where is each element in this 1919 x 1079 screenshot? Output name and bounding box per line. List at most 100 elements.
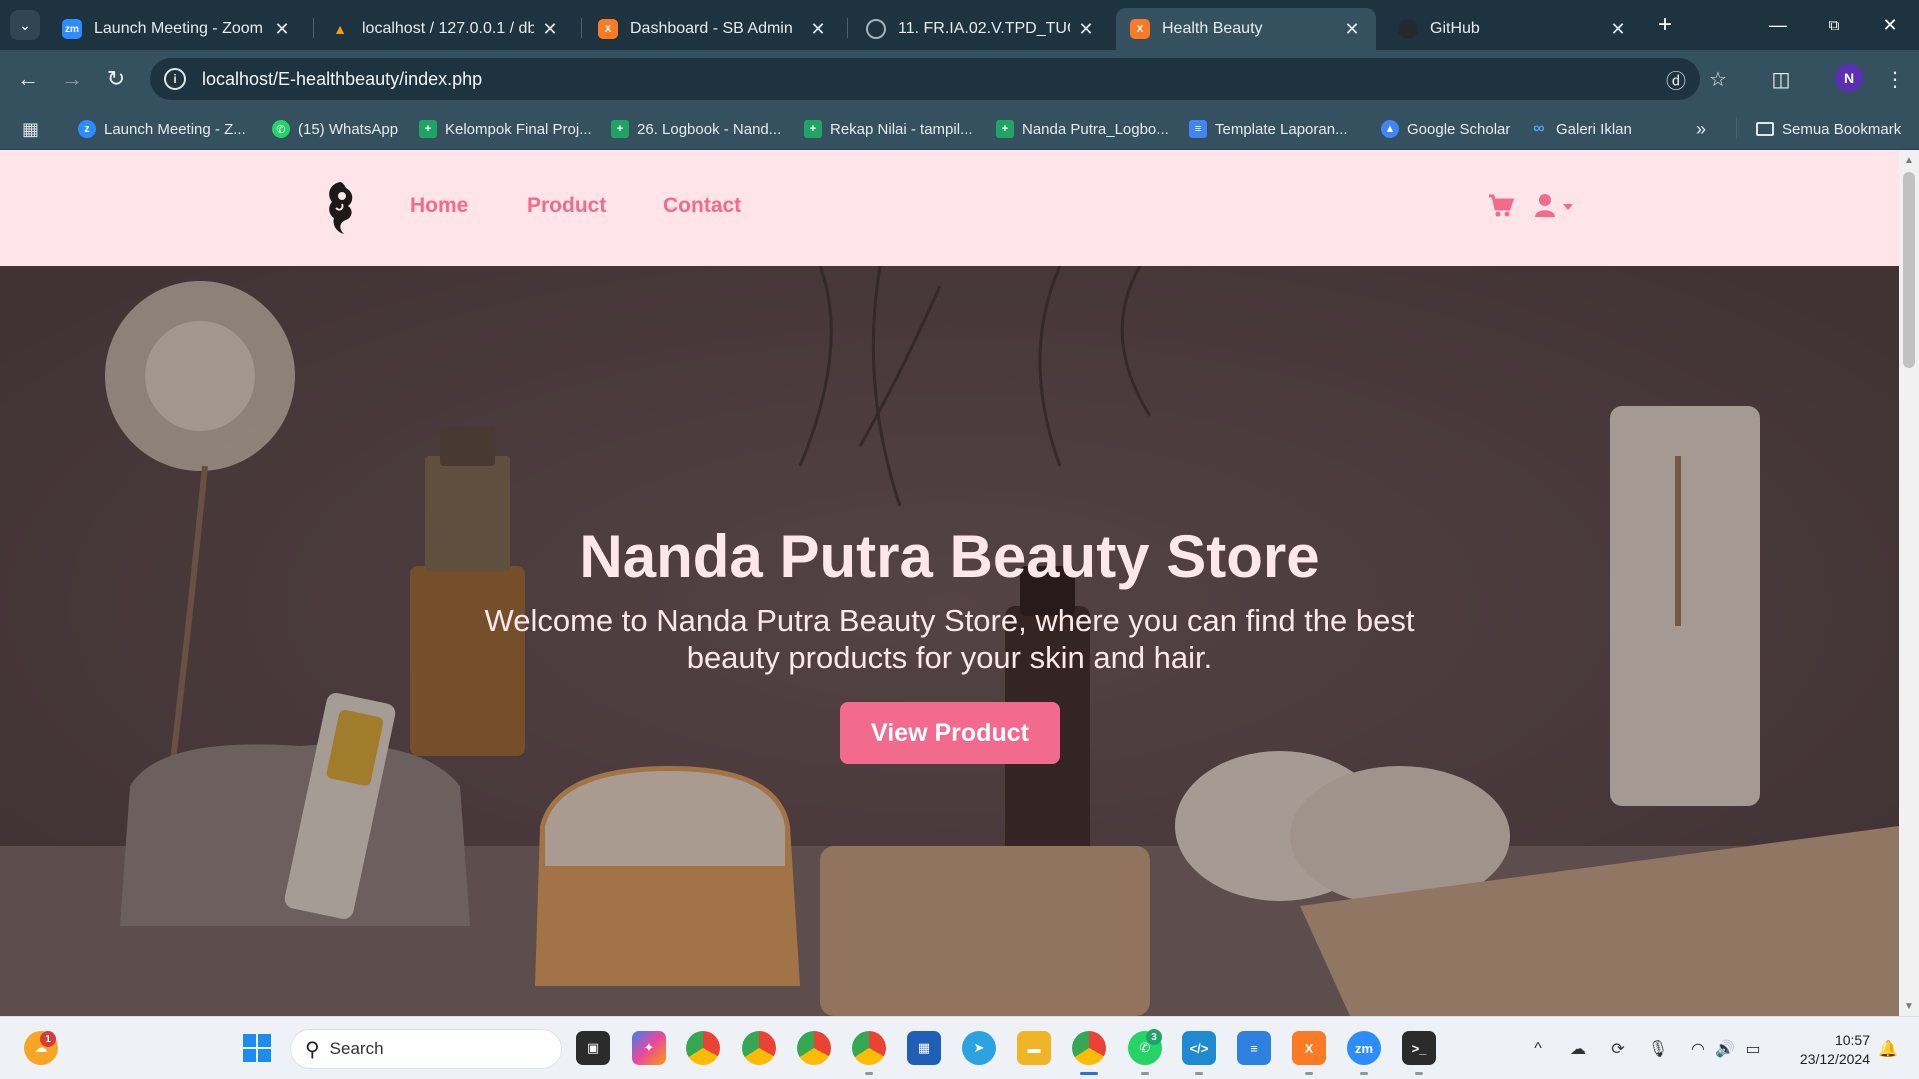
bookmark-template-laporan[interactable]: ≡ Template Laporan... [1189, 117, 1348, 141]
restore-button[interactable]: ⧉ [1811, 8, 1857, 42]
scroll-up-arrow-icon[interactable]: ▲ [1899, 152, 1919, 168]
running-indicator [1305, 1072, 1313, 1075]
extensions-icon[interactable]: ◫ [1766, 64, 1796, 94]
sheets-icon: + [804, 120, 822, 138]
all-bookmarks-folder[interactable]: Semua Bookmark [1756, 117, 1901, 141]
close-icon[interactable]: ✕ [808, 19, 828, 40]
chrome-profile-icon[interactable] [742, 1031, 776, 1065]
profile-avatar[interactable]: N [1835, 64, 1863, 92]
running-indicator [1141, 1072, 1149, 1075]
notepad-icon[interactable]: ≡ [1237, 1031, 1271, 1065]
bookmark-kelompok[interactable]: + Kelompok Final Proj... [419, 117, 592, 141]
menu-kebab-icon[interactable]: ⋮ [1880, 64, 1910, 94]
chrome-profile-icon[interactable] [797, 1031, 831, 1065]
battery-icon[interactable]: ▭ [1741, 1038, 1765, 1060]
notification-bell-icon[interactable]: 🔔 [1876, 1038, 1900, 1060]
new-tab-button[interactable]: + [1650, 10, 1680, 40]
site-navbar: Home Product Contact [0, 150, 1899, 266]
running-indicator [1195, 1072, 1203, 1075]
close-icon[interactable]: ✕ [1342, 19, 1362, 40]
translate-icon[interactable]: ⓓ [1661, 64, 1691, 94]
site-info-icon[interactable]: i [164, 68, 186, 90]
cart-icon[interactable] [1488, 194, 1514, 218]
meta-icon: ∞ [1533, 120, 1545, 137]
wifi-icon[interactable]: ◠ [1686, 1038, 1710, 1060]
bookmark-zoom[interactable]: z Launch Meeting - Z... [78, 117, 246, 141]
close-icon[interactable]: ✕ [1608, 19, 1628, 40]
chrome-icon[interactable] [686, 1031, 720, 1065]
taskbar-search-input[interactable]: ⚲ Search [290, 1029, 562, 1069]
chrome-active-icon[interactable] [1072, 1031, 1106, 1065]
phpmyadmin-icon: ▲ [333, 21, 347, 37]
apps-grid-icon[interactable]: ▦ [22, 117, 39, 141]
tab-dashboard[interactable]: X Dashboard - SB Admin ✕ [584, 8, 842, 50]
nav-product-link[interactable]: Product [527, 194, 606, 218]
copilot-icon[interactable]: ✦ [632, 1031, 666, 1065]
bookmark-rekap-nilai[interactable]: + Rekap Nilai - tampil... [804, 117, 973, 141]
forward-button[interactable]: → [56, 63, 88, 95]
minimize-button[interactable]: — [1755, 8, 1801, 42]
more-bookmarks-icon[interactable]: » [1696, 117, 1706, 141]
reload-button[interactable]: ↻ [100, 63, 132, 95]
tab-phpmyadmin[interactable]: ▲ localhost / 127.0.0.1 / dbhe ✕ [316, 8, 574, 50]
bookmark-logbook[interactable]: + 26. Logbook - Nand... [611, 117, 781, 141]
github-icon [1398, 19, 1418, 39]
show-hidden-icons-chevron-icon[interactable]: ^ [1526, 1038, 1550, 1060]
user-dropdown-icon[interactable] [1534, 193, 1578, 219]
bookmark-nanda-logbook[interactable]: + Nanda Putra_Logbo... [996, 117, 1169, 141]
weather-notification-badge: 1 [40, 1031, 56, 1047]
scroll-down-arrow-icon[interactable]: ▼ [1899, 998, 1919, 1014]
hero-banner: Nanda Putra Beauty Store Welcome to Nand… [0, 266, 1899, 1016]
tab-search-dropdown[interactable]: ⌄ [10, 10, 40, 40]
view-product-button[interactable]: View Product [840, 702, 1060, 764]
clock-date: 23/12/2024 [1799, 1051, 1870, 1067]
system-clock[interactable]: 10:57 23/12/2024 [1786, 1031, 1870, 1069]
vscode-icon[interactable]: </> [1182, 1031, 1216, 1065]
close-icon[interactable]: ✕ [272, 19, 292, 40]
nav-contact-link[interactable]: Contact [663, 194, 741, 218]
brand-logo-icon[interactable] [318, 178, 362, 238]
bookmark-whatsapp[interactable]: ✆ (15) WhatsApp [272, 117, 398, 141]
xampp-icon: X [1130, 19, 1150, 39]
tab-health-beauty[interactable]: X Health Beauty ✕ [1116, 8, 1376, 50]
browser-tab-bar: ⌄ zm Launch Meeting - Zoom ✕ ▲ localhost… [0, 0, 1919, 50]
onedrive-cloud-icon[interactable]: ☁ [1566, 1038, 1590, 1060]
scholar-icon: ▲ [1381, 120, 1399, 138]
hero-title: Nanda Putra Beauty Store [579, 523, 1320, 590]
address-bar[interactable]: i localhost/E-healthbeauty/index.php [150, 58, 1700, 100]
scroll-thumb[interactable] [1903, 172, 1915, 368]
sync-icon[interactable]: ⟳ [1606, 1038, 1630, 1060]
file-explorer-icon[interactable]: ▬ [1017, 1031, 1051, 1065]
bookmark-star-icon[interactable]: ☆ [1703, 64, 1733, 94]
windows-start-icon[interactable] [240, 1031, 274, 1065]
zoom-icon: z [78, 120, 96, 138]
globe-icon [866, 19, 886, 39]
url-text: localhost/E-healthbeauty/index.php [202, 68, 483, 89]
browser-toolbar: ← → ↻ i localhost/E-healthbeauty/index.p… [0, 50, 1919, 108]
whatsapp-notification-badge: 3 [1146, 1029, 1162, 1045]
tab-github[interactable]: GitHub ✕ [1384, 8, 1642, 50]
zoom-icon[interactable]: zm [1347, 1031, 1381, 1065]
close-icon[interactable]: ✕ [540, 19, 560, 40]
back-button[interactable]: ← [12, 63, 44, 95]
tab-zoom[interactable]: zm Launch Meeting - Zoom ✕ [48, 8, 306, 50]
page-scrollbar[interactable]: ▲ ▼ [1899, 150, 1919, 1016]
folder-icon [1756, 122, 1774, 136]
microsoft-store-icon[interactable]: ▦ [907, 1031, 941, 1065]
telegram-icon[interactable]: ➤ [962, 1031, 996, 1065]
nav-home-link[interactable]: Home [410, 194, 468, 218]
volume-icon[interactable]: 🔊 [1713, 1038, 1737, 1060]
window-close-button[interactable]: ✕ [1867, 8, 1913, 42]
tab-document[interactable]: 11. FR.IA.02.V.TPD_TUGAS ✕ [852, 8, 1110, 50]
task-view-icon[interactable]: ▣ [576, 1031, 610, 1065]
terminal-icon[interactable]: >_ [1402, 1031, 1436, 1065]
bookmark-google-scholar[interactable]: ▲ Google Scholar [1381, 117, 1510, 141]
chrome-profile-icon[interactable] [852, 1031, 886, 1065]
sheets-icon: + [419, 120, 437, 138]
search-icon: ⚲ [305, 1038, 320, 1061]
bookmark-galeri-iklan[interactable]: ∞ Galeri Iklan [1530, 117, 1632, 141]
xampp-icon[interactable]: X [1292, 1031, 1326, 1065]
close-icon[interactable]: ✕ [1076, 19, 1096, 40]
microphone-icon[interactable]: 🎙 [1646, 1038, 1670, 1060]
docs-icon: ≡ [1189, 120, 1207, 138]
